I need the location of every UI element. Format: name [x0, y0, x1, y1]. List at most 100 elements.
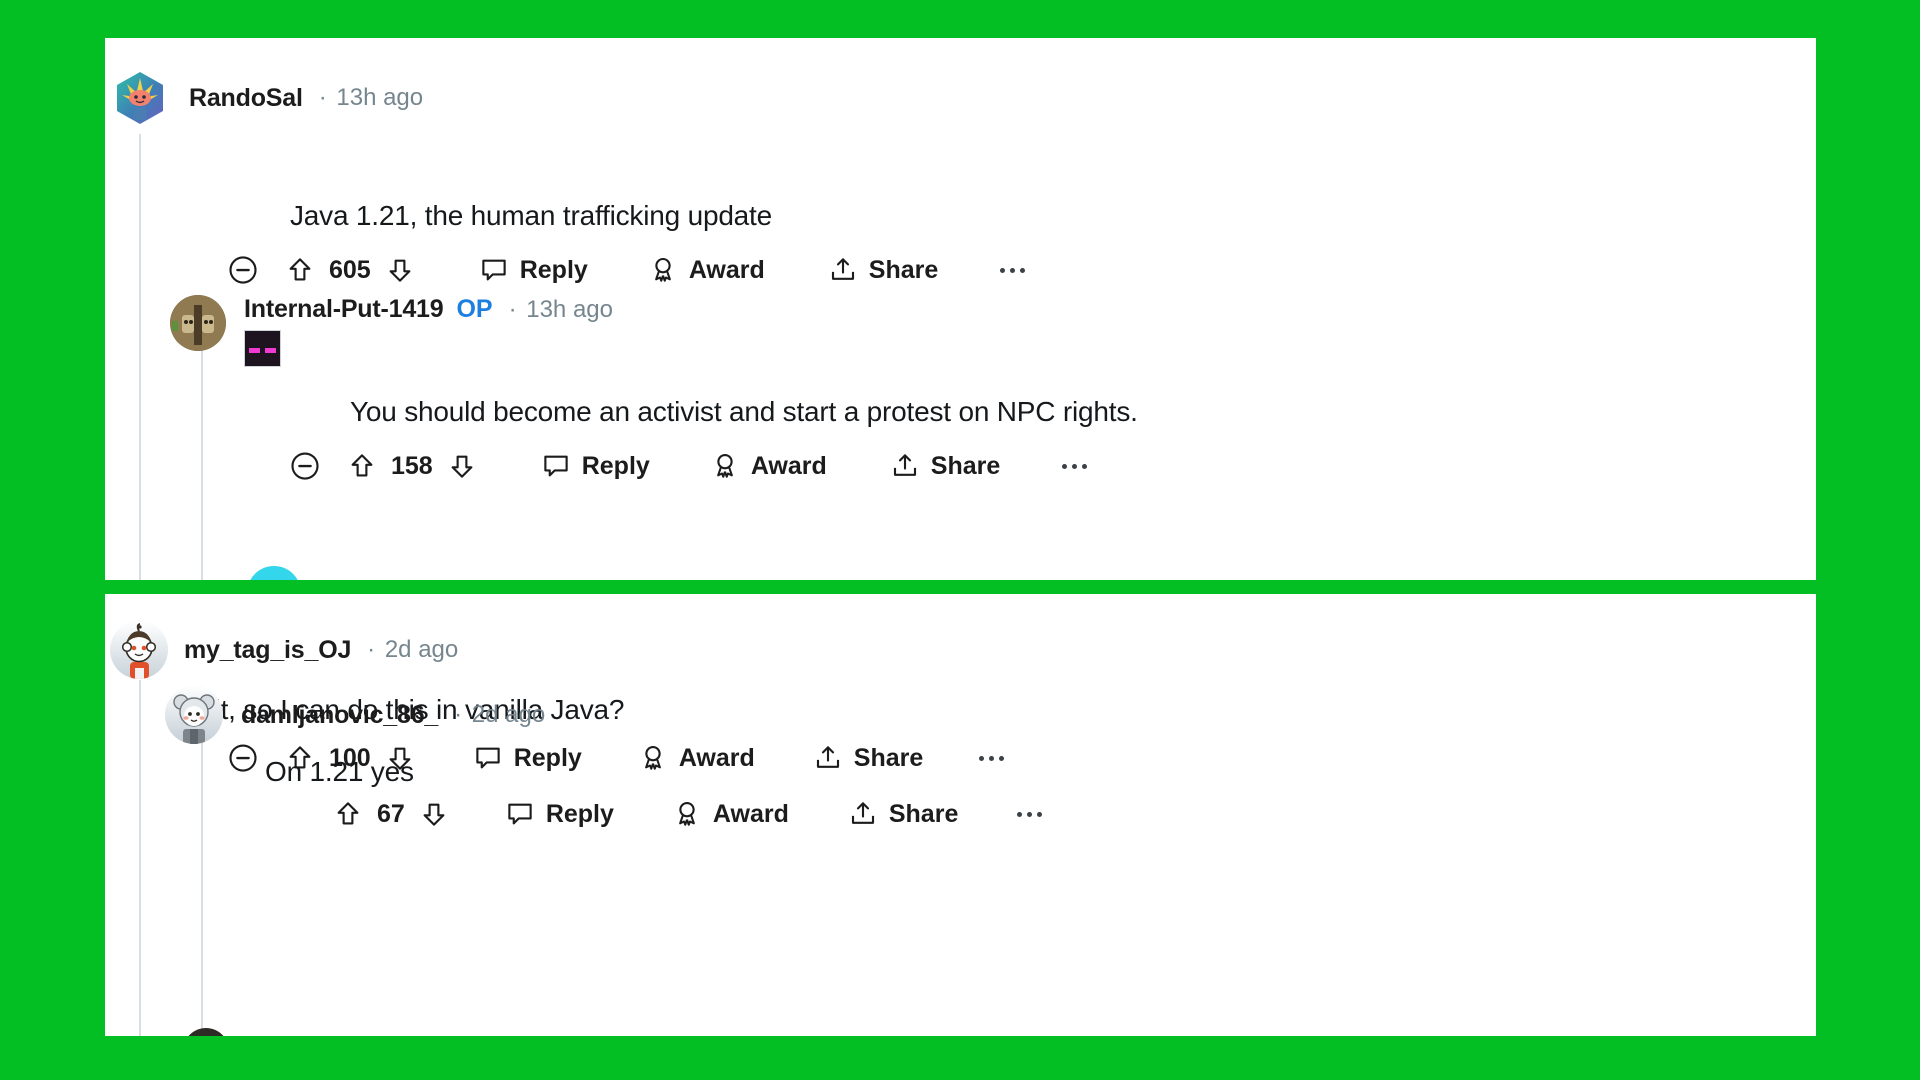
meta-separator: ·	[454, 701, 463, 728]
dot	[1010, 267, 1016, 273]
dot	[1017, 811, 1023, 817]
username[interactable]: Internal-Put-1419	[244, 295, 444, 324]
timestamp[interactable]: 2d ago	[472, 701, 545, 728]
vote-score: 158	[391, 451, 433, 480]
award-label: Award	[712, 799, 789, 828]
downvote-arrow-icon	[451, 455, 473, 478]
share-upload-icon	[831, 258, 854, 280]
timestamp[interactable]: 13h ago	[526, 296, 613, 323]
username[interactable]: my_tag_is_OJ	[184, 636, 351, 665]
dot	[1062, 463, 1068, 469]
share-button[interactable]: Share	[828, 255, 938, 285]
reply-button[interactable]: Reply	[541, 451, 650, 481]
downvote-button[interactable]	[385, 255, 415, 285]
share-button[interactable]: Share	[848, 799, 958, 829]
avatar-next-comment-partial[interactable]	[183, 1028, 229, 1036]
dot	[1072, 463, 1078, 469]
share-button[interactable]: Share	[890, 451, 1000, 481]
comment-header: RandoSal · 13h ago	[110, 68, 423, 128]
more-options-button[interactable]	[979, 755, 1005, 761]
comment-header: damljanovic_86_ · 2d ago	[165, 686, 545, 744]
action-bar: 605 Reply Award Share	[223, 250, 1026, 290]
collapse-button[interactable]	[223, 250, 263, 290]
upvote-arrow-icon	[289, 258, 311, 281]
dot	[1020, 267, 1026, 273]
comment-bubble-icon	[482, 259, 506, 281]
dot	[1037, 811, 1043, 817]
reply-label: Reply	[581, 451, 650, 480]
dot	[1082, 463, 1088, 469]
collapse-button[interactable]	[223, 738, 263, 778]
award-badge-icon	[679, 801, 695, 826]
comment-meta: · 2d ago	[451, 701, 545, 729]
upvote-button[interactable]	[347, 451, 377, 481]
vote-score: 605	[329, 255, 371, 284]
thread-line-level-1[interactable]	[139, 680, 141, 1036]
avatar-image	[165, 686, 223, 744]
comment-body: You should become an activist and start …	[350, 396, 1138, 427]
more-options-button[interactable]	[1000, 267, 1026, 273]
share-label: Share	[868, 255, 939, 284]
reply-label: Reply	[545, 799, 614, 828]
upvote-arrow-icon	[337, 802, 359, 825]
avatar-damljanovic-86[interactable]	[165, 686, 223, 744]
award-badge-icon	[716, 453, 733, 478]
comment-card-2: my_tag_is_OJ · 2d ago Wait, so I can do …	[105, 594, 1816, 1036]
enderman-face-emoji	[244, 330, 281, 367]
avatar-my-tag-is-oj[interactable]	[110, 621, 168, 679]
downvote-button[interactable]	[419, 799, 449, 829]
share-button[interactable]: Share	[813, 743, 923, 773]
thread-line-level-2[interactable]	[201, 338, 203, 580]
avatar-next-comment-partial[interactable]	[247, 566, 301, 580]
vote-score: 67	[377, 799, 405, 828]
downvote-arrow-icon	[389, 259, 411, 282]
collapse-button[interactable]	[285, 446, 325, 486]
share-label: Share	[853, 743, 924, 772]
avatar-image	[170, 295, 226, 351]
comment-meta: · 2d ago	[364, 636, 458, 664]
collapse-minus-icon	[229, 256, 257, 284]
timestamp[interactable]: 2d ago	[385, 636, 458, 663]
reply-button[interactable]: Reply	[505, 799, 614, 829]
thread-line-level-1[interactable]	[139, 134, 141, 580]
reply-label: Reply	[519, 255, 588, 284]
upvote-button[interactable]	[333, 799, 363, 829]
avatar-image	[110, 621, 168, 679]
screenshot-stage: RandoSal · 13h ago Java 1.21, the human …	[0, 0, 1920, 1080]
comment-body: On 1.21 yes	[265, 756, 414, 787]
more-options-button[interactable]	[1017, 811, 1043, 817]
meta-separator: ·	[508, 295, 517, 323]
share-label: Share	[888, 799, 959, 828]
comment-bubble-icon	[476, 747, 500, 769]
comment-meta: · 13h ago	[506, 296, 613, 324]
timestamp[interactable]: 13h ago	[336, 84, 423, 111]
comment-header: Internal-Put-1419 OP · 13h ago	[170, 295, 613, 367]
share-upload-icon	[851, 802, 874, 824]
award-button[interactable]: Award	[710, 451, 827, 481]
award-label: Award	[688, 255, 765, 284]
op-badge: OP	[456, 295, 493, 323]
dot	[979, 755, 985, 761]
reply-button[interactable]: Reply	[479, 255, 588, 285]
more-options-button[interactable]	[1062, 463, 1088, 469]
share-upload-icon	[816, 746, 839, 768]
reply-label: Reply	[513, 743, 582, 772]
comment-bubble-icon	[508, 803, 532, 825]
award-label: Award	[678, 743, 755, 772]
vote-group: 67	[333, 799, 449, 829]
share-label: Share	[930, 451, 1001, 480]
avatar-internal-put-1419[interactable]	[170, 295, 226, 351]
award-button[interactable]: Award	[638, 743, 755, 773]
downvote-button[interactable]	[447, 451, 477, 481]
award-button[interactable]: Award	[672, 799, 789, 829]
upvote-button[interactable]	[285, 255, 315, 285]
action-bar: 67 Reply Award Share	[333, 799, 1043, 829]
thread-line-level-2[interactable]	[201, 724, 203, 1036]
reply-button[interactable]: Reply	[473, 743, 582, 773]
username[interactable]: damljanovic_86_	[241, 701, 438, 730]
downvote-arrow-icon	[423, 803, 445, 826]
award-button[interactable]: Award	[648, 255, 765, 285]
comment-card-1: RandoSal · 13h ago Java 1.21, the human …	[105, 38, 1816, 580]
username[interactable]: RandoSal	[189, 84, 303, 113]
avatar-randosal[interactable]	[110, 68, 170, 128]
